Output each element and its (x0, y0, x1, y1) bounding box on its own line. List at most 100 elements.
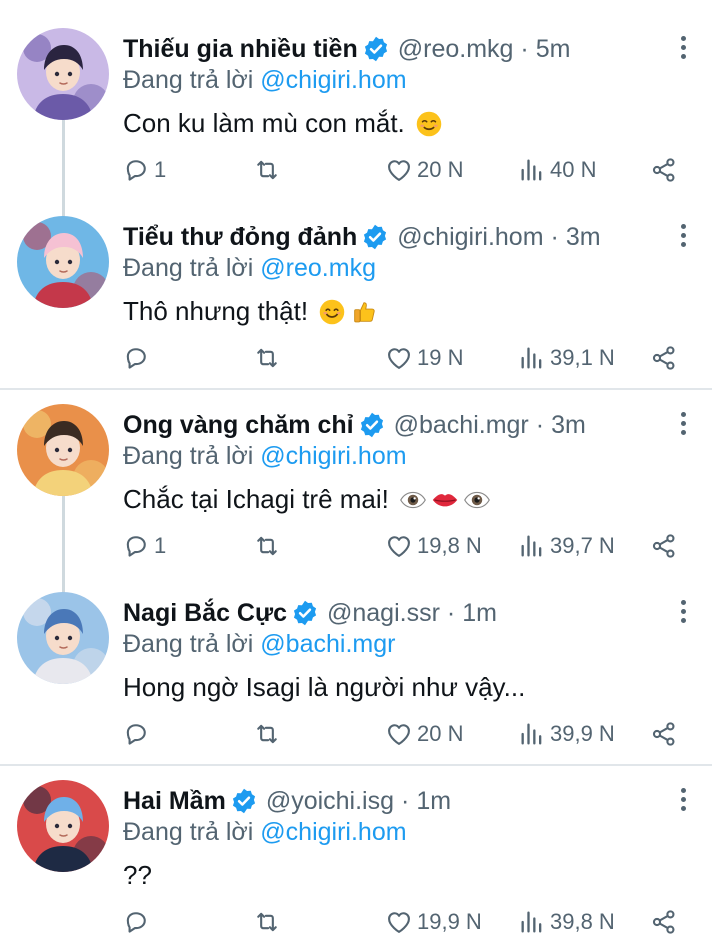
tweet-text-content: ?? (123, 860, 152, 890)
reply-mention-link[interactable]: @chigiri.hom (260, 442, 406, 470)
tweet-header: Hai Mầm @yoichi.isg · 1m (123, 782, 451, 820)
replying-prefix: Đang trả lời (123, 630, 254, 658)
views-button[interactable]: 39,8 N (518, 902, 615, 942)
retweet-button[interactable] (253, 714, 281, 754)
heart-icon (388, 724, 410, 745)
reply-icon (126, 724, 146, 745)
share-button[interactable] (650, 150, 678, 190)
tweet-text-content: Hong ngờ Isagi là người như vậy... (123, 672, 526, 702)
avatar[interactable] (17, 28, 109, 120)
lips-emoji (432, 493, 458, 506)
retweet-button[interactable] (253, 902, 281, 942)
display-name[interactable]: Nagi Bắc Cực (123, 599, 287, 628)
timestamp[interactable]: 1m (462, 599, 497, 628)
user-handle[interactable]: @nagi.ssr (327, 599, 440, 628)
user-handle[interactable]: @reo.mkg (398, 35, 514, 64)
reply-count: 1 (154, 157, 167, 182)
tweet-text: Chắc tại Ichagi trê mai! (123, 484, 491, 515)
reply-button[interactable]: 1 (122, 526, 166, 566)
views-button[interactable]: 40 N (518, 150, 596, 190)
relieved-face-emoji (416, 111, 442, 136)
views-button[interactable]: 39,1 N (518, 338, 615, 378)
tweet-text: Hong ngờ Isagi là người như vậy... (123, 672, 525, 703)
user-handle[interactable]: @chigiri.hom (397, 223, 543, 252)
avatar[interactable] (17, 216, 109, 308)
retweet-icon (257, 160, 277, 180)
more-options-button[interactable] (675, 788, 691, 816)
avatar[interactable] (17, 592, 109, 684)
views-icon (521, 159, 542, 181)
more-options-button[interactable] (675, 600, 691, 628)
avatar-image (17, 216, 109, 308)
like-button[interactable]: 20 N (385, 714, 463, 754)
reply-button[interactable] (122, 714, 154, 754)
share-button[interactable] (650, 338, 678, 378)
thumbs-up-emoji (354, 301, 375, 322)
like-button[interactable]: 19,8 N (385, 526, 482, 566)
eye-emoji (463, 491, 490, 508)
display-name[interactable]: Hai Mầm (123, 787, 226, 816)
views-button[interactable]: 39,9 N (518, 714, 615, 754)
retweet-icon (257, 348, 277, 368)
more-options-button[interactable] (675, 412, 691, 440)
avatar-image (17, 28, 109, 120)
replying-prefix: Đang trả lời (123, 442, 254, 470)
share-icon (652, 158, 675, 182)
reply-mention-link[interactable]: @chigiri.hom (260, 818, 406, 846)
like-count: 19,9 N (417, 909, 482, 934)
like-button[interactable]: 19 N (385, 338, 463, 378)
like-button[interactable]: 20 N (385, 150, 463, 190)
reply-button[interactable]: 1 (122, 150, 166, 190)
tweet-text-content: Con ku làm mù con mắt. (123, 108, 405, 138)
tweet-header: Thiếu gia nhiều tiền @reo.mkg · 5m (123, 30, 570, 68)
more-options-button[interactable] (675, 36, 691, 64)
tweet[interactable]: Tiểu thư đỏng đảnh @chigiri.hom · 3m Đan… (0, 188, 712, 376)
emoji-group (318, 298, 378, 326)
emoji-group (399, 486, 491, 514)
tweet[interactable]: Thiếu gia nhiều tiền @reo.mkg · 5m Đang … (0, 0, 712, 188)
display-name[interactable]: Thiếu gia nhiều tiền (123, 35, 358, 64)
tweet[interactable]: Nagi Bắc Cực @nagi.ssr · 1m Đang trả lời… (0, 564, 712, 752)
tweet-actions: 1 19,8 N 39,7 N (0, 526, 712, 566)
smiling-face-emoji (319, 299, 345, 324)
user-handle[interactable]: @yoichi.isg (266, 787, 394, 816)
views-icon (521, 723, 542, 745)
view-count: 40 N (550, 157, 597, 182)
share-button[interactable] (650, 526, 678, 566)
timestamp[interactable]: 3m (551, 411, 586, 440)
tweet[interactable]: Ong vàng chăm chỉ @bachi.mgr · 3m Đang t… (0, 376, 712, 564)
share-button[interactable] (650, 902, 678, 942)
replying-prefix: Đang trả lời (123, 254, 254, 282)
tweet[interactable]: Hai Mầm @yoichi.isg · 1m Đang trả lời @c… (0, 752, 712, 940)
tweet-actions: 20 N 39,9 N (0, 714, 712, 754)
reply-mention-link[interactable]: @bachi.mgr (260, 630, 395, 658)
retweet-button[interactable] (253, 338, 281, 378)
separator-dot: · (520, 34, 529, 63)
display-name[interactable]: Ong vàng chăm chỉ (123, 411, 354, 440)
tweet-text: Thô nhưng thật! (123, 296, 378, 327)
replying-to: Đang trả lời @chigiri.hom (123, 442, 407, 471)
reply-button[interactable] (122, 902, 154, 942)
reply-mention-link[interactable]: @reo.mkg (260, 254, 376, 282)
more-icon (680, 224, 686, 229)
share-icon (652, 910, 675, 934)
like-button[interactable]: 19,9 N (385, 902, 482, 942)
view-count: 39,1 N (550, 345, 615, 370)
avatar-image (17, 592, 109, 684)
retweet-button[interactable] (253, 150, 281, 190)
retweet-button[interactable] (253, 526, 281, 566)
heart-icon (388, 348, 410, 369)
avatar[interactable] (17, 780, 109, 872)
share-button[interactable] (650, 714, 678, 754)
display-name[interactable]: Tiểu thư đỏng đảnh (123, 223, 357, 252)
emoji-group (415, 110, 443, 138)
user-handle[interactable]: @bachi.mgr (394, 411, 529, 440)
more-options-button[interactable] (675, 224, 691, 252)
reply-mention-link[interactable]: @chigiri.hom (260, 66, 406, 94)
views-button[interactable]: 39,7 N (518, 526, 615, 566)
reply-button[interactable] (122, 338, 154, 378)
timestamp[interactable]: 5m (536, 35, 571, 64)
avatar[interactable] (17, 404, 109, 496)
timestamp[interactable]: 1m (416, 787, 451, 816)
timestamp[interactable]: 3m (566, 223, 601, 252)
